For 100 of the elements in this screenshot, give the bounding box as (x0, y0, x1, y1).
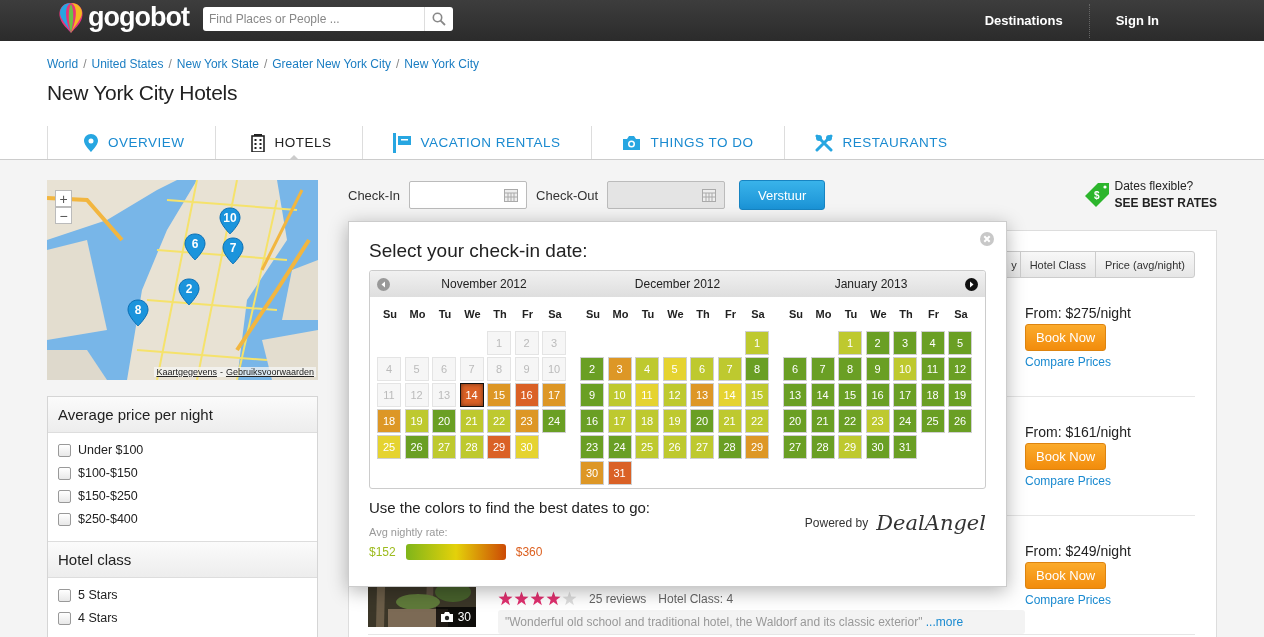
day-cell[interactable]: 27 (432, 435, 456, 459)
checkbox[interactable] (58, 443, 71, 457)
day-cell[interactable]: 31 (607, 461, 632, 485)
checkbox-label[interactable]: 4 Stars (78, 611, 118, 625)
book-now-button[interactable]: Book Now (1025, 562, 1107, 589)
calendar-icon[interactable] (504, 188, 519, 202)
submit-button[interactable]: Verstuur (739, 180, 826, 210)
nav-tab[interactable]: RESTAURANTS (783, 126, 978, 159)
day-cell[interactable]: 12 (662, 383, 687, 407)
checkbox-label[interactable]: $150-$250 (78, 489, 138, 503)
day-cell[interactable]: 19 (948, 383, 972, 407)
day-cell[interactable]: 8 (838, 357, 862, 381)
book-now-button[interactable]: Book Now (1025, 443, 1107, 470)
day-cell[interactable]: 14 (459, 383, 484, 407)
check-in-field[interactable] (409, 181, 528, 209)
day-cell[interactable]: 25 (635, 435, 659, 459)
zoom-out-button[interactable]: − (55, 207, 72, 224)
map-marker[interactable]: 7 (222, 237, 244, 265)
day-cell[interactable]: 17 (607, 409, 632, 433)
compare-prices-link[interactable]: Compare Prices (1025, 593, 1112, 607)
day-cell[interactable]: 17 (542, 383, 566, 407)
checkbox-label[interactable]: 5 Stars (78, 588, 118, 602)
day-cell[interactable]: 20 (690, 409, 714, 433)
checkbox[interactable] (58, 512, 71, 526)
terms-link[interactable]: Gebruiksvoorwaarden (225, 367, 314, 377)
day-cell[interactable]: 27 (783, 435, 807, 459)
day-cell[interactable]: 2 (865, 331, 890, 355)
day-cell[interactable]: 3 (607, 357, 632, 381)
day-cell[interactable]: 5 (948, 331, 972, 355)
day-cell[interactable]: 16 (514, 383, 539, 407)
day-cell[interactable]: 6 (783, 357, 807, 381)
map-marker[interactable]: 8 (127, 299, 149, 327)
day-cell[interactable]: 29 (838, 435, 862, 459)
day-cell[interactable]: 21 (717, 409, 742, 433)
day-cell[interactable]: 16 (865, 383, 890, 407)
breadcrumb-link[interactable]: New York State (176, 57, 259, 71)
compare-prices-link[interactable]: Compare Prices (1025, 474, 1112, 488)
day-cell[interactable]: 10 (607, 383, 632, 407)
day-cell[interactable]: 9 (580, 383, 604, 407)
day-cell[interactable]: 13 (690, 383, 714, 407)
day-cell[interactable]: 23 (514, 409, 539, 433)
day-cell[interactable]: 22 (745, 409, 769, 433)
photo-count-badge[interactable]: 30 (435, 607, 476, 627)
day-cell[interactable]: 16 (580, 409, 604, 433)
nav-tab[interactable]: OVERVIEW (47, 126, 215, 159)
best-rates-link[interactable]: SEE BEST RATES (1114, 195, 1217, 212)
day-cell[interactable]: 22 (838, 409, 862, 433)
brand-logo[interactable]: DealAngel (876, 511, 986, 535)
day-cell[interactable]: 21 (810, 409, 835, 433)
day-cell[interactable]: 6 (690, 357, 714, 381)
day-cell[interactable]: 21 (459, 409, 484, 433)
sort-button[interactable]: Hotel Class (1019, 251, 1096, 278)
sort-button[interactable]: Price (avg/night) (1094, 251, 1195, 278)
day-cell[interactable]: 11 (920, 357, 945, 381)
day-cell[interactable]: 4 (635, 357, 659, 381)
next-month-icon[interactable] (965, 278, 978, 291)
compare-prices-link[interactable]: Compare Prices (1025, 355, 1112, 369)
day-cell[interactable]: 18 (377, 409, 401, 433)
checkbox-label[interactable]: Under $100 (78, 443, 144, 457)
checkbox[interactable] (58, 588, 71, 602)
day-cell[interactable]: 28 (717, 435, 742, 459)
day-cell[interactable]: 23 (580, 435, 604, 459)
breadcrumb-link[interactable]: World (47, 57, 79, 71)
day-cell[interactable]: 18 (635, 409, 659, 433)
price-tag-icon[interactable]: $ (1083, 182, 1110, 208)
nav-tab[interactable]: HOTELS (214, 126, 362, 159)
close-icon[interactable] (980, 232, 994, 246)
day-cell[interactable]: 15 (745, 383, 769, 407)
day-cell[interactable]: 8 (745, 357, 769, 381)
day-cell[interactable]: 17 (893, 383, 917, 407)
day-cell[interactable]: 20 (783, 409, 807, 433)
day-cell[interactable]: 7 (810, 357, 835, 381)
day-cell[interactable]: 1 (838, 331, 862, 355)
search-button[interactable] (423, 6, 453, 31)
day-cell[interactable]: 10 (893, 357, 917, 381)
day-cell[interactable]: 26 (948, 409, 972, 433)
day-cell[interactable]: 29 (487, 435, 511, 459)
checkbox[interactable] (58, 466, 71, 480)
nav-tab[interactable]: VACATION RENTALS (361, 126, 591, 159)
day-cell[interactable]: 26 (404, 435, 429, 459)
nav-link[interactable]: Sign In (1089, 13, 1185, 28)
search-field[interactable]: Find Places or People ... (202, 6, 424, 31)
checkbox[interactable] (58, 489, 71, 503)
day-cell[interactable]: 15 (838, 383, 862, 407)
day-cell[interactable]: 18 (920, 383, 945, 407)
day-cell[interactable]: 26 (662, 435, 687, 459)
day-cell[interactable]: 23 (865, 409, 890, 433)
nav-link[interactable]: Destinations (958, 13, 1089, 28)
day-cell[interactable]: 19 (404, 409, 429, 433)
day-cell[interactable]: 19 (662, 409, 687, 433)
day-cell[interactable]: 28 (810, 435, 835, 459)
day-cell[interactable]: 12 (948, 357, 972, 381)
review-count[interactable]: 25 reviews (589, 591, 647, 606)
day-cell[interactable]: 30 (865, 435, 890, 459)
day-cell[interactable]: 13 (783, 383, 807, 407)
checkbox-label[interactable]: $250-$400 (78, 512, 138, 526)
day-cell[interactable]: 30 (580, 461, 604, 485)
day-cell[interactable]: 2 (580, 357, 604, 381)
book-now-button[interactable]: Book Now (1025, 324, 1107, 351)
day-cell[interactable]: 24 (542, 409, 566, 433)
